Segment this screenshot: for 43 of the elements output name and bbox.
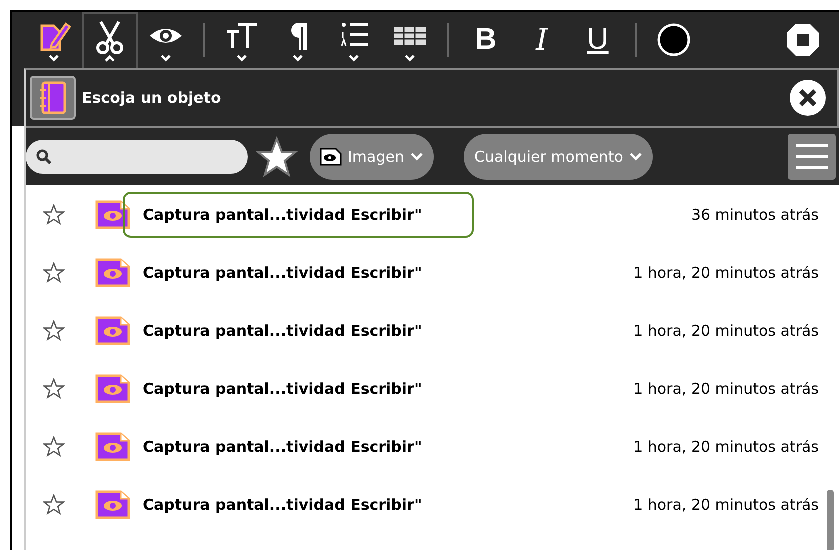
- entry-title[interactable]: Captura pantal...tividad Escribir": [123, 366, 474, 412]
- close-icon[interactable]: [789, 79, 827, 117]
- dialog-title: Escoja un objeto: [82, 89, 222, 107]
- underline-button[interactable]: U: [570, 12, 626, 68]
- entry-title[interactable]: Captura pantal...tividad Escribir": [123, 192, 474, 238]
- entry-time: 1 hora, 20 minutos atrás: [634, 264, 819, 282]
- star-icon[interactable]: [43, 320, 65, 342]
- star-icon[interactable]: [43, 494, 65, 516]
- star-icon[interactable]: [43, 262, 65, 284]
- type-dropdown[interactable]: Imagen: [310, 134, 434, 180]
- journal-button[interactable]: [30, 76, 76, 120]
- time-dropdown[interactable]: Cualquier momento: [464, 134, 654, 180]
- search-field[interactable]: [26, 140, 248, 174]
- entry-time: 1 hora, 20 minutos atrás: [634, 496, 819, 514]
- caret-icon: [410, 152, 424, 162]
- star-icon[interactable]: [43, 436, 65, 458]
- entry-title[interactable]: Captura pantal...tividad Escribir": [123, 308, 474, 354]
- star-icon[interactable]: [43, 378, 65, 400]
- image-file-icon: [320, 148, 342, 166]
- entry-time: 36 minutos atrás: [691, 206, 819, 224]
- entry-title[interactable]: Captura pantal...tividad Escribir": [123, 250, 474, 296]
- star-icon[interactable]: [256, 136, 298, 178]
- entry-time: 1 hora, 20 minutos atrás: [634, 438, 819, 456]
- image-file-icon: [95, 316, 131, 346]
- bold-button[interactable]: B: [458, 12, 514, 68]
- image-file-icon: [95, 200, 131, 230]
- entry-title[interactable]: Captura pantal...tividad Escribir": [123, 482, 474, 528]
- entry-time: 1 hora, 20 minutos atrás: [634, 380, 819, 398]
- stop-icon: [785, 22, 821, 58]
- menu-button[interactable]: [788, 134, 836, 180]
- entry-title[interactable]: Captura pantal...tividad Escribir": [123, 424, 474, 470]
- italic-button[interactable]: I: [514, 12, 570, 68]
- image-file-icon: [95, 258, 131, 288]
- image-file-icon: [95, 374, 131, 404]
- entry-time: 1 hora, 20 minutos atrás: [634, 322, 819, 340]
- star-icon[interactable]: [43, 204, 65, 226]
- scrollbar-thumb[interactable]: [827, 490, 834, 550]
- image-file-icon: [95, 490, 131, 520]
- notebook-icon: [38, 81, 68, 115]
- menu-icon: [794, 142, 830, 172]
- caret-icon: [629, 152, 644, 162]
- search-icon: [36, 148, 52, 164]
- image-file-icon: [95, 432, 131, 462]
